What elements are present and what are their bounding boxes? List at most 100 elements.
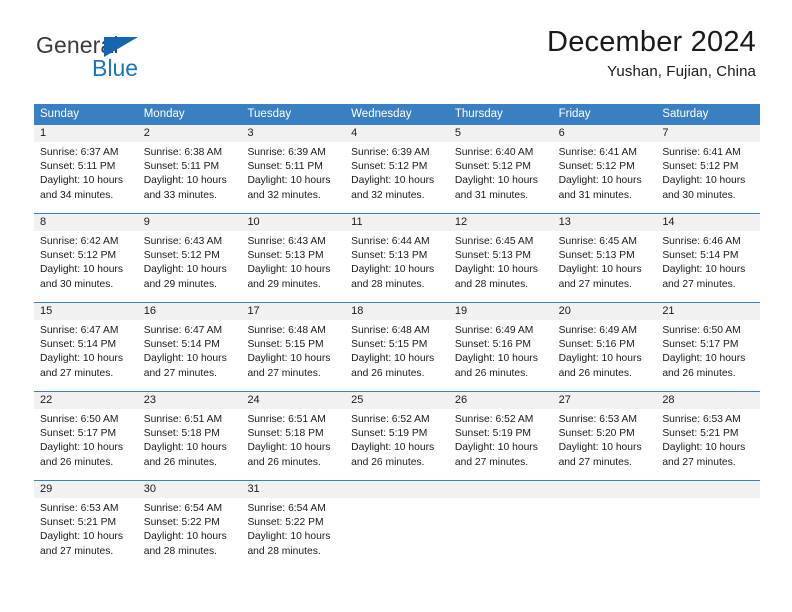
- day-number: 9: [143, 216, 150, 228]
- day-number: 22: [40, 394, 53, 406]
- sunset-text: Sunset: 5:21 PM: [662, 428, 739, 440]
- daylight-text-line2: and 32 minutes.: [247, 189, 321, 201]
- calendar-day-cell[interactable]: 27 Sunrise: 6:53 AM Sunset: 5:20 PM Dayligh…: [552, 392, 657, 480]
- daylight-text-line2: and 29 minutes.: [247, 278, 321, 290]
- sunset-text: Sunset: 5:12 PM: [558, 161, 635, 173]
- sunrise-text: Sunrise: 6:50 AM: [40, 414, 119, 425]
- sunrise-text: Sunrise: 6:45 AM: [454, 236, 534, 247]
- calendar-day-cell-empty: [552, 481, 657, 569]
- calendar-day-cell[interactable]: 13 Sunrise: 6:45 AM Sunset: 5:13 PM Dayligh…: [552, 214, 657, 302]
- day-details: Sunrise: 6:39 AM Sunset: 5:11 PM Daylight:…: [241, 142, 345, 211]
- daylight-text-line1: Daylight: 10 hours: [247, 442, 331, 454]
- calendar-day-cell[interactable]: 20 Sunrise: 6:49 AM Sunset: 5:16 PM Dayligh…: [552, 303, 657, 391]
- calendar-day-cell[interactable]: 25 Sunrise: 6:52 AM Sunset: 5:19 PM Dayligh…: [345, 392, 449, 480]
- sunset-text: Sunset: 5:16 PM: [558, 339, 635, 351]
- daylight-text-line1: Daylight: 10 hours: [143, 175, 227, 187]
- calendar-day-cell[interactable]: 29 Sunrise: 6:53 AM Sunset: 5:21 PM Dayligh…: [34, 481, 138, 569]
- calendar-day-cell[interactable]: 10 Sunrise: 6:43 AM Sunset: 5:13 PM Dayligh…: [241, 214, 346, 302]
- page-subtitle: Yushan, Fujian, China: [607, 63, 756, 81]
- sunrise-text: Sunrise: 6:54 AM: [143, 503, 223, 514]
- sunset-text: Sunset: 5:13 PM: [558, 250, 635, 262]
- day-number-band: 6: [552, 125, 657, 142]
- daylight-text-line1: Daylight: 10 hours: [247, 353, 331, 365]
- day-number: 10: [247, 216, 260, 228]
- weekday-thursday: Thursday: [454, 108, 503, 120]
- daylight-text-line1: Daylight: 10 hours: [558, 175, 642, 187]
- sunset-text: Sunset: 5:11 PM: [143, 161, 220, 173]
- day-number-band: 26: [448, 392, 553, 409]
- weekday-wednesday: Wednesday: [351, 108, 412, 120]
- calendar-day-cell[interactable]: 3 Sunrise: 6:39 AM Sunset: 5:11 PM Daylight…: [241, 125, 346, 213]
- daylight-text-line1: Daylight: 10 hours: [143, 442, 227, 454]
- calendar-day-cell[interactable]: 1 Sunrise: 6:37 AM Sunset: 5:11 PM Daylight…: [34, 125, 138, 213]
- day-details: Sunrise: 6:41 AM Sunset: 5:12 PM Daylight:…: [656, 142, 760, 211]
- calendar-day-cell[interactable]: 17 Sunrise: 6:48 AM Sunset: 5:15 PM Dayligh…: [241, 303, 346, 391]
- day-number: 27: [558, 394, 571, 406]
- day-details: Sunrise: 6:46 AM Sunset: 5:14 PM Daylight:…: [656, 231, 760, 300]
- calendar-day-cell[interactable]: 26 Sunrise: 6:52 AM Sunset: 5:19 PM Dayligh…: [448, 392, 553, 480]
- calendar-day-cell[interactable]: 5 Sunrise: 6:40 AM Sunset: 5:12 PM Daylight…: [448, 125, 553, 213]
- calendar-day-cell[interactable]: 22 Sunrise: 6:50 AM Sunset: 5:17 PM Dayligh…: [34, 392, 138, 480]
- calendar-day-cell[interactable]: 14 Sunrise: 6:46 AM Sunset: 5:14 PM Dayligh…: [656, 214, 761, 302]
- day-number-band: [345, 481, 449, 498]
- sunset-text: Sunset: 5:12 PM: [454, 161, 532, 173]
- calendar-day-cell[interactable]: 18 Sunrise: 6:48 AM Sunset: 5:15 PM Dayligh…: [345, 303, 449, 391]
- day-number: 23: [143, 394, 156, 406]
- daylight-text-line2: and 26 minutes.: [454, 367, 529, 379]
- calendar-day-cell[interactable]: 28 Sunrise: 6:53 AM Sunset: 5:21 PM Dayligh…: [656, 392, 761, 480]
- day-number-band: 29: [34, 481, 138, 498]
- day-details: [345, 498, 449, 510]
- day-number-band: 16: [137, 303, 242, 320]
- daylight-text-line2: and 34 minutes.: [40, 189, 114, 201]
- weekday-friday: Friday: [558, 108, 591, 120]
- calendar-week-row: 15 Sunrise: 6:47 AM Sunset: 5:14 PM Dayligh…: [34, 302, 761, 391]
- sunrise-text: Sunrise: 6:50 AM: [662, 325, 741, 336]
- sunset-text: Sunset: 5:19 PM: [454, 428, 532, 440]
- calendar-day-cell[interactable]: 21 Sunrise: 6:50 AM Sunset: 5:17 PM Dayligh…: [656, 303, 761, 391]
- calendar-day-cell[interactable]: 16 Sunrise: 6:47 AM Sunset: 5:14 PM Dayligh…: [137, 303, 242, 391]
- day-number: 11: [351, 216, 363, 228]
- daylight-text-line2: and 28 minutes.: [247, 545, 321, 557]
- calendar-day-cell[interactable]: 30 Sunrise: 6:54 AM Sunset: 5:22 PM Dayligh…: [137, 481, 242, 569]
- day-number: 4: [351, 127, 358, 139]
- calendar-day-cell[interactable]: 2 Sunrise: 6:38 AM Sunset: 5:11 PM Daylight…: [137, 125, 242, 213]
- calendar-day-cell[interactable]: 19 Sunrise: 6:49 AM Sunset: 5:16 PM Dayligh…: [448, 303, 553, 391]
- day-details: Sunrise: 6:53 AM Sunset: 5:21 PM Daylight:…: [34, 498, 138, 567]
- calendar-day-cell[interactable]: 9 Sunrise: 6:43 AM Sunset: 5:12 PM Daylight…: [137, 214, 242, 302]
- sunset-text: Sunset: 5:11 PM: [247, 161, 323, 173]
- calendar-day-cell[interactable]: 31 Sunrise: 6:54 AM Sunset: 5:22 PM Dayligh…: [241, 481, 346, 569]
- calendar-day-cell[interactable]: 12 Sunrise: 6:45 AM Sunset: 5:13 PM Dayligh…: [448, 214, 553, 302]
- calendar-day-cell[interactable]: 7 Sunrise: 6:41 AM Sunset: 5:12 PM Daylight…: [656, 125, 761, 213]
- weekday-tuesday: Tuesday: [247, 108, 292, 120]
- page-title: December 2024: [547, 26, 756, 58]
- day-number: 14: [662, 216, 675, 228]
- general-blue-logo[interactable]: General Blue: [36, 32, 236, 88]
- calendar-week-row: 22 Sunrise: 6:50 AM Sunset: 5:17 PM Dayligh…: [34, 391, 761, 480]
- logo-triangle-icon: [104, 37, 138, 57]
- sunset-text: Sunset: 5:20 PM: [558, 428, 635, 440]
- sunrise-text: Sunrise: 6:43 AM: [247, 236, 326, 247]
- calendar-day-cell[interactable]: 23 Sunrise: 6:51 AM Sunset: 5:18 PM Dayligh…: [137, 392, 242, 480]
- calendar-day-cell[interactable]: 11 Sunrise: 6:44 AM Sunset: 5:13 PM Dayligh…: [345, 214, 449, 302]
- sunrise-text: Sunrise: 6:41 AM: [558, 147, 638, 158]
- daylight-text-line1: Daylight: 10 hours: [143, 264, 227, 276]
- calendar-day-cell[interactable]: 4 Sunrise: 6:39 AM Sunset: 5:12 PM Daylight…: [345, 125, 449, 213]
- daylight-text-line2: and 32 minutes.: [351, 189, 425, 201]
- calendar-day-cell[interactable]: 8 Sunrise: 6:42 AM Sunset: 5:12 PM Daylight…: [34, 214, 138, 302]
- daylight-text-line1: Daylight: 10 hours: [40, 531, 123, 543]
- daylight-text-line1: Daylight: 10 hours: [351, 264, 435, 276]
- calendar-day-cell[interactable]: 15 Sunrise: 6:47 AM Sunset: 5:14 PM Dayligh…: [34, 303, 138, 391]
- sunset-text: Sunset: 5:13 PM: [351, 250, 428, 262]
- calendar-day-cell[interactable]: 6 Sunrise: 6:41 AM Sunset: 5:12 PM Daylight…: [552, 125, 657, 213]
- day-number: 2: [143, 127, 150, 139]
- weeks-container: 1 Sunrise: 6:37 AM Sunset: 5:11 PM Daylight…: [34, 125, 761, 569]
- day-details: Sunrise: 6:50 AM Sunset: 5:17 PM Daylight:…: [656, 320, 760, 389]
- day-details: Sunrise: 6:45 AM Sunset: 5:13 PM Daylight:…: [449, 231, 553, 300]
- day-number-band: 2: [137, 125, 242, 142]
- day-details: Sunrise: 6:39 AM Sunset: 5:12 PM Daylight:…: [345, 142, 449, 211]
- daylight-text-line2: and 28 minutes.: [454, 278, 529, 290]
- daylight-text-line1: Daylight: 10 hours: [40, 175, 123, 187]
- day-number-band: 4: [345, 125, 449, 142]
- calendar-day-cell[interactable]: 24 Sunrise: 6:51 AM Sunset: 5:18 PM Dayligh…: [241, 392, 346, 480]
- day-details: Sunrise: 6:43 AM Sunset: 5:12 PM Daylight:…: [138, 231, 242, 300]
